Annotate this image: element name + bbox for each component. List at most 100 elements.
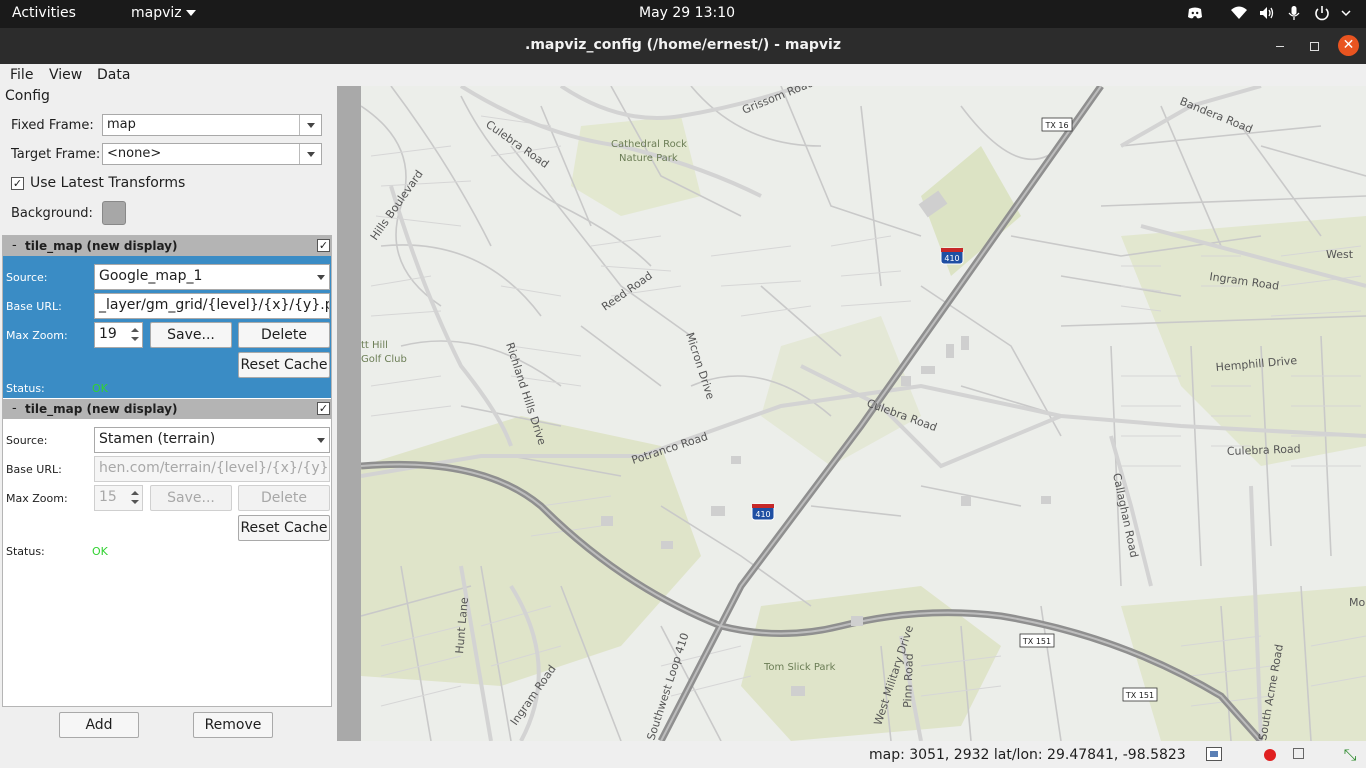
close-button[interactable]: ✕ xyxy=(1338,35,1359,56)
fixed-frame-select[interactable]: map xyxy=(102,114,322,136)
spin-down-icon[interactable] xyxy=(130,335,140,345)
menu-view[interactable]: View xyxy=(49,67,82,83)
collapse-toggle[interactable]: - xyxy=(12,238,17,253)
map-label: Pinn Road xyxy=(901,653,916,708)
map-label: Nature Park xyxy=(619,153,678,164)
record-icon[interactable] xyxy=(1264,749,1276,761)
menu-file[interactable]: File xyxy=(10,67,33,83)
window-title: .mapviz_config (/home/ernest/) - mapviz xyxy=(525,37,841,53)
display-list: - tile_map (new display) ✓ Source: Googl… xyxy=(2,235,332,707)
base-url-input[interactable]: hen.com/terrain/{level}/{x}/{y}.png xyxy=(94,456,330,482)
map-label: Mo xyxy=(1349,596,1365,609)
shield-label: 410 xyxy=(944,254,959,263)
status-bar: map: 3051, 2932 lat/lon: 29.47841, -98.5… xyxy=(0,741,1366,768)
minimize-button[interactable] xyxy=(1271,36,1291,56)
map-label: Golf Club xyxy=(361,354,407,365)
shield-label: 410 xyxy=(755,510,770,519)
system-top-bar: Activities mapviz May 29 13:10 xyxy=(0,0,1366,28)
display-enabled-checkbox[interactable]: ✓ xyxy=(317,402,330,415)
use-latest-transforms-checkbox[interactable]: ✓ xyxy=(11,177,24,190)
spin-up-icon[interactable] xyxy=(130,325,140,335)
source-value: Stamen (terrain) xyxy=(99,431,216,447)
source-select[interactable]: Google_map_1 xyxy=(94,264,330,290)
delete-button[interactable]: Delete xyxy=(238,485,330,511)
target-frame-label: Target Frame: xyxy=(11,147,101,162)
clock[interactable]: May 29 13:10 xyxy=(639,5,735,21)
add-button[interactable]: Add xyxy=(59,712,139,738)
config-heading: Config xyxy=(5,88,50,104)
target-frame-select[interactable]: <none> xyxy=(102,143,322,165)
display-enabled-checkbox[interactable]: ✓ xyxy=(317,239,330,252)
state-route-shield: TX 151 xyxy=(1122,687,1158,702)
maximize-button[interactable] xyxy=(1304,36,1324,56)
source-value: Google_map_1 xyxy=(99,268,203,284)
map-canvas[interactable]: 410 410 TX 16 TX 151 TX 151 Culebra Road… xyxy=(361,86,1366,741)
menu-data[interactable]: Data xyxy=(97,67,130,83)
save-button[interactable]: Save... xyxy=(150,322,232,348)
map-label: Callaghan Road xyxy=(1110,472,1141,559)
source-label: Source: xyxy=(6,271,48,284)
power-icon[interactable] xyxy=(1313,4,1331,22)
map-label: West xyxy=(1326,248,1354,261)
save-button[interactable]: Save... xyxy=(150,485,232,511)
source-select[interactable]: Stamen (terrain) xyxy=(94,427,330,453)
stop-icon[interactable] xyxy=(1293,748,1304,759)
chevron-down-icon xyxy=(299,115,321,135)
chevron-down-icon xyxy=(185,10,196,16)
max-zoom-label: Max Zoom: xyxy=(6,492,68,505)
status-value: OK xyxy=(92,382,108,395)
chevron-down-icon xyxy=(317,438,325,443)
status-label: Status: xyxy=(6,382,45,395)
display-name: tile_map (new display) xyxy=(25,402,178,416)
fixed-frame-label: Fixed Frame: xyxy=(11,118,94,133)
background-label: Background: xyxy=(11,206,93,221)
volume-icon[interactable] xyxy=(1258,4,1276,22)
map-label: Grissom Road xyxy=(740,86,815,117)
remove-button[interactable]: Remove xyxy=(193,712,273,738)
display-item-google[interactable]: - tile_map (new display) ✓ Source: Googl… xyxy=(3,236,331,398)
display-name: tile_map (new display) xyxy=(25,239,178,253)
config-panel: Config Fixed Frame: map Target Frame: <n… xyxy=(0,86,337,741)
chevron-down-icon[interactable] xyxy=(1340,4,1352,22)
app-menu[interactable]: mapviz xyxy=(131,5,196,21)
wifi-icon[interactable] xyxy=(1230,4,1248,22)
max-zoom-label: Max Zoom: xyxy=(6,329,68,342)
map-label: Tom Slick Park xyxy=(763,662,836,673)
max-zoom-spinner[interactable]: 15 xyxy=(94,485,143,511)
display-header[interactable]: - tile_map (new display) ✓ xyxy=(3,236,331,256)
state-route-shield: TX 151 xyxy=(1019,633,1055,648)
display-header[interactable]: - tile_map (new display) ✓ xyxy=(3,399,331,419)
map-tiles: 410 410 TX 16 TX 151 TX 151 Culebra Road… xyxy=(361,86,1366,741)
max-zoom-value: 19 xyxy=(99,326,117,342)
map-label: Culebra Road xyxy=(1227,442,1301,458)
discord-icon[interactable] xyxy=(1186,4,1204,22)
spin-down-icon[interactable] xyxy=(130,498,140,508)
fixed-frame-value: map xyxy=(107,117,136,132)
fit-icon[interactable]: ⤡ xyxy=(1340,745,1360,765)
delete-button[interactable]: Delete xyxy=(238,322,330,348)
map-label: tt Hill xyxy=(361,340,388,351)
spin-up-icon[interactable] xyxy=(130,488,140,498)
screenshot-icon[interactable] xyxy=(1206,747,1222,761)
svg-text:TX 151: TX 151 xyxy=(1022,637,1051,646)
source-label: Source: xyxy=(6,434,48,447)
max-zoom-spinner[interactable]: 19 xyxy=(94,322,143,348)
collapse-toggle[interactable]: - xyxy=(12,401,17,416)
display-item-stamen[interactable]: - tile_map (new display) ✓ Source: Stame… xyxy=(3,399,331,561)
interstate-shield: 410 xyxy=(751,503,775,521)
activities-button[interactable]: Activities xyxy=(12,5,76,21)
map-label: Cathedral Rock xyxy=(611,139,687,150)
chevron-down-icon xyxy=(317,275,325,280)
target-frame-value: <none> xyxy=(107,146,162,161)
reset-cache-button[interactable]: Reset Cache xyxy=(238,352,330,378)
base-url-input[interactable]: _layer/gm_grid/{level}/{x}/{y}.png xyxy=(94,293,330,319)
reset-cache-button[interactable]: Reset Cache xyxy=(238,515,330,541)
screenshot-icon-glyph xyxy=(1210,751,1218,757)
background-color-button[interactable] xyxy=(102,201,126,225)
base-url-label: Base URL: xyxy=(6,463,62,476)
status-value: OK xyxy=(92,545,108,558)
state-route-shield: TX 16 xyxy=(1041,117,1073,132)
svg-text:TX 151: TX 151 xyxy=(1125,691,1154,700)
microphone-icon[interactable] xyxy=(1285,4,1303,22)
panel-splitter[interactable] xyxy=(337,86,361,741)
